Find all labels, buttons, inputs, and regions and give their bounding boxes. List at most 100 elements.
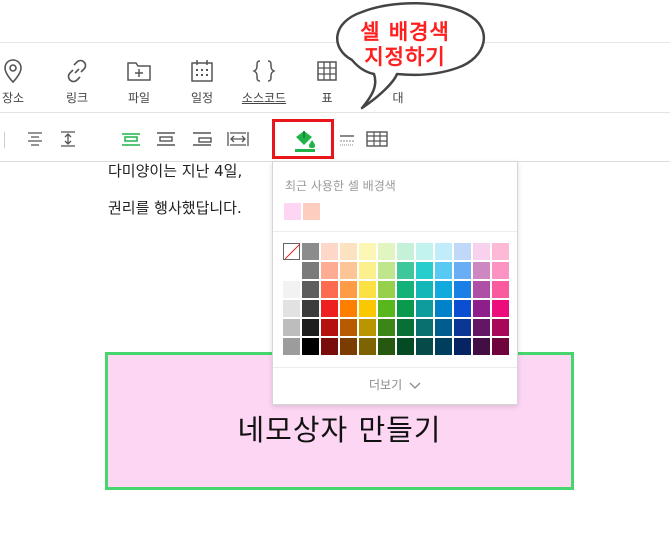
color-swatch[interactable]: [321, 262, 338, 279]
color-swatch[interactable]: [283, 338, 300, 355]
table-grid-icon: [366, 131, 388, 147]
color-swatch[interactable]: [473, 300, 490, 317]
color-swatch[interactable]: [378, 338, 395, 355]
color-swatch[interactable]: [283, 300, 300, 317]
color-swatch[interactable]: [454, 319, 471, 336]
color-swatch[interactable]: [435, 319, 452, 336]
color-swatch[interactable]: [492, 338, 509, 355]
color-swatch[interactable]: [435, 262, 452, 279]
recent-color-swatch[interactable]: [303, 203, 320, 220]
color-swatch[interactable]: [454, 300, 471, 317]
color-swatch[interactable]: [321, 243, 338, 260]
color-swatch[interactable]: [359, 243, 376, 260]
color-swatch[interactable]: [283, 281, 300, 298]
color-swatch[interactable]: [359, 281, 376, 298]
color-swatch[interactable]: [492, 319, 509, 336]
toolbar-item-link[interactable]: 링크: [51, 58, 103, 108]
color-swatch[interactable]: [359, 262, 376, 279]
palette-row: [283, 281, 509, 298]
color-swatch[interactable]: [454, 243, 471, 260]
color-swatch[interactable]: [416, 338, 433, 355]
color-swatch[interactable]: [435, 338, 452, 355]
color-swatch[interactable]: [435, 243, 452, 260]
color-swatch[interactable]: [416, 243, 433, 260]
cell-background-button[interactable]: [272, 119, 334, 159]
color-swatch[interactable]: [302, 319, 319, 336]
color-swatch[interactable]: [492, 281, 509, 298]
color-swatch[interactable]: [397, 319, 414, 336]
color-swatch[interactable]: [340, 262, 357, 279]
recent-colors-row: [284, 203, 320, 220]
align-top-button[interactable]: [118, 128, 144, 152]
color-swatch[interactable]: [397, 262, 414, 279]
link-icon: [51, 58, 103, 88]
align-center-icon: [28, 132, 42, 146]
color-swatch[interactable]: [416, 319, 433, 336]
popup-divider: [273, 367, 517, 368]
color-swatch[interactable]: [416, 262, 433, 279]
color-swatch[interactable]: [473, 319, 490, 336]
color-swatch[interactable]: [340, 300, 357, 317]
color-swatch[interactable]: [397, 281, 414, 298]
color-swatch[interactable]: [302, 281, 319, 298]
color-swatch[interactable]: [359, 300, 376, 317]
color-swatch[interactable]: [302, 243, 319, 260]
recent-color-swatch[interactable]: [284, 203, 301, 220]
color-swatch[interactable]: [473, 338, 490, 355]
color-swatch[interactable]: [359, 319, 376, 336]
color-swatch[interactable]: [283, 319, 300, 336]
toolbar-item-source-code[interactable]: 소스코드: [238, 58, 290, 108]
more-colors-button[interactable]: 더보기: [273, 376, 517, 393]
color-swatch[interactable]: [321, 319, 338, 336]
color-swatch[interactable]: [340, 243, 357, 260]
color-swatch[interactable]: [302, 338, 319, 355]
align-middle-button[interactable]: [153, 128, 179, 152]
color-swatch[interactable]: [321, 281, 338, 298]
color-swatch[interactable]: [302, 300, 319, 317]
color-swatch[interactable]: [378, 281, 395, 298]
color-swatch[interactable]: [473, 262, 490, 279]
cell-border-icon: [340, 135, 354, 146]
toolbar-item-schedule[interactable]: 일정: [176, 58, 228, 108]
color-swatch[interactable]: [435, 300, 452, 317]
color-swatch[interactable]: [302, 262, 319, 279]
folder-add-icon: [113, 58, 165, 88]
color-swatch[interactable]: [454, 262, 471, 279]
color-swatch[interactable]: [397, 243, 414, 260]
color-swatch[interactable]: [492, 300, 509, 317]
equal-width-button[interactable]: [225, 128, 251, 152]
color-swatch[interactable]: [435, 281, 452, 298]
color-swatch[interactable]: [340, 319, 357, 336]
palette-row: [283, 338, 509, 355]
color-swatch[interactable]: [378, 243, 395, 260]
vertical-align-button[interactable]: [55, 128, 81, 152]
toolbar-item-place[interactable]: 장소: [0, 58, 39, 108]
color-swatch[interactable]: [454, 338, 471, 355]
color-swatch[interactable]: [397, 338, 414, 355]
cell-border-button[interactable]: [334, 128, 360, 152]
color-swatch[interactable]: [416, 300, 433, 317]
color-swatch[interactable]: [378, 319, 395, 336]
color-swatch[interactable]: [492, 262, 509, 279]
color-swatch[interactable]: [321, 300, 338, 317]
color-swatch[interactable]: [473, 281, 490, 298]
color-swatch[interactable]: [492, 243, 509, 260]
color-swatch[interactable]: [473, 243, 490, 260]
color-swatch[interactable]: [397, 300, 414, 317]
color-swatch[interactable]: [454, 281, 471, 298]
callout-line: 셀 배경색: [360, 20, 450, 44]
color-swatch[interactable]: [378, 262, 395, 279]
color-swatch[interactable]: [359, 338, 376, 355]
color-swatch[interactable]: [340, 281, 357, 298]
color-swatch[interactable]: [321, 338, 338, 355]
color-swatch[interactable]: [340, 338, 357, 355]
color-swatch[interactable]: [283, 262, 300, 279]
toolbar-item-file[interactable]: 파일: [113, 58, 165, 108]
table-style-button[interactable]: [364, 128, 390, 152]
popup-divider: [273, 231, 517, 232]
align-center-button[interactable]: [22, 128, 48, 152]
align-bottom-button[interactable]: [189, 128, 215, 152]
color-swatch[interactable]: [378, 300, 395, 317]
color-swatch[interactable]: [416, 281, 433, 298]
no-color-swatch[interactable]: [283, 243, 300, 260]
